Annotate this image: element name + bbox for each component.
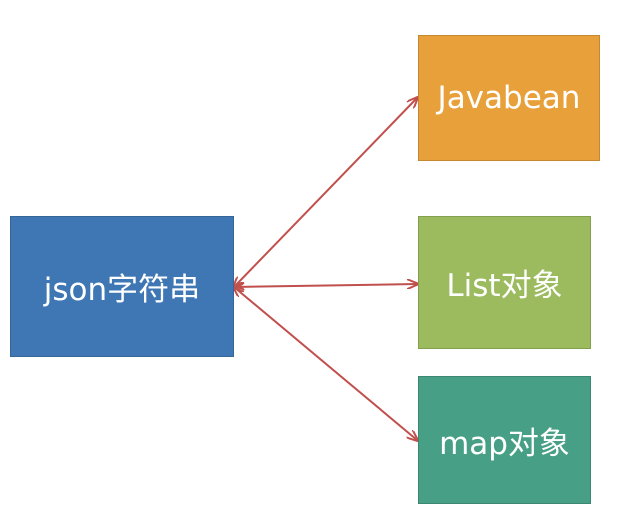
javabean-label: Javabean: [437, 80, 581, 116]
list-object-label: List对象: [446, 268, 563, 304]
json-string-label: json字符串: [43, 272, 201, 308]
arrow-json-to-map: [234, 287, 417, 440]
diagram-canvas: json字符串 Javabean List对象 map对象: [0, 0, 620, 514]
javabean-box: Javabean: [418, 35, 600, 161]
list-object-box: List对象: [418, 216, 591, 349]
map-object-label: map对象: [439, 425, 570, 462]
json-string-box: json字符串: [10, 216, 234, 357]
arrow-json-to-list: [234, 284, 417, 287]
arrow-json-to-javabean: [234, 98, 417, 287]
map-object-box: map对象: [418, 376, 591, 504]
